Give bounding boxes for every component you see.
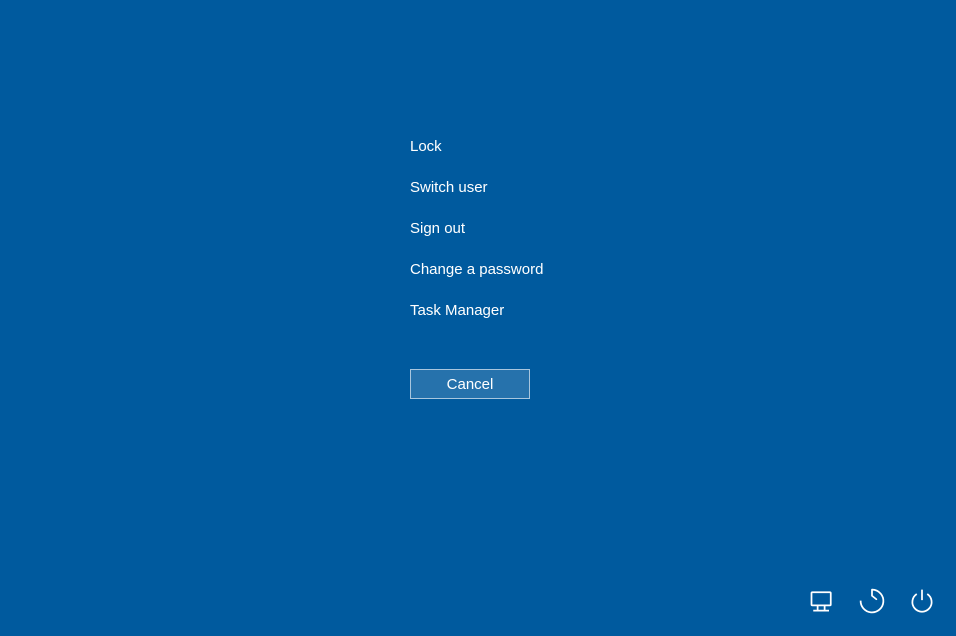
menu-item-task-manager[interactable]: Task Manager — [410, 290, 543, 331]
menu-item-sign-out[interactable]: Sign out — [410, 208, 543, 249]
menu-item-lock[interactable]: Lock — [410, 126, 543, 167]
security-options-menu: Lock Switch user Sign out Change a passw… — [410, 126, 543, 399]
menu-item-switch-user[interactable]: Switch user — [410, 167, 543, 208]
bottom-icon-bar — [806, 586, 938, 618]
network-icon — [808, 587, 836, 618]
network-button[interactable] — [806, 586, 838, 618]
power-button[interactable] — [906, 586, 938, 618]
menu-item-change-password[interactable]: Change a password — [410, 249, 543, 290]
accessibility-icon — [858, 587, 886, 618]
accessibility-button[interactable] — [856, 586, 888, 618]
cancel-button[interactable]: Cancel — [410, 369, 530, 399]
power-icon — [908, 587, 936, 618]
